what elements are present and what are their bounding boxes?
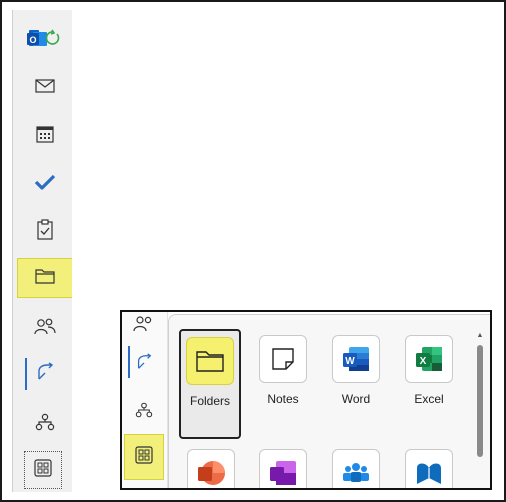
grid-icon (34, 458, 52, 482)
sidebar-item-folders[interactable] (17, 258, 72, 298)
app-tile-viva[interactable] (397, 449, 461, 488)
svg-text:X: X (420, 356, 427, 367)
panel-rail (122, 312, 168, 488)
clipboard-check-icon (36, 218, 54, 246)
sidebar-item-more-apps[interactable] (23, 450, 63, 490)
app-tile-word[interactable]: W Word (324, 335, 388, 406)
arrow-icon (135, 352, 153, 376)
panel-more-apps-item[interactable] (124, 434, 164, 480)
apps-flyout: Folders Notes W Word X Excel ▲ (120, 310, 492, 490)
folder-icon (35, 268, 55, 289)
left-navigation-rail: O (12, 10, 72, 492)
word-icon: W (332, 335, 380, 383)
arrow-icon (35, 361, 55, 387)
svg-text:O: O (29, 35, 36, 45)
sidebar-item-people[interactable] (17, 308, 72, 348)
powerpoint-icon (187, 449, 235, 488)
note-icon (259, 335, 307, 383)
viva-icon (405, 449, 453, 488)
org-chart-icon (135, 402, 153, 423)
app-label-folders: Folders (189, 394, 230, 408)
sidebar-item-viva[interactable] (17, 354, 72, 394)
onenote-icon (259, 449, 307, 488)
people-icon (133, 315, 155, 337)
app-label-excel: Excel (414, 392, 444, 406)
app-tile-excel[interactable]: X Excel (397, 335, 461, 406)
outlook-app-icon[interactable]: O (15, 20, 71, 60)
svg-text:W: W (345, 356, 355, 367)
org-chart-icon (35, 413, 55, 436)
people-group-icon (332, 449, 380, 488)
scroll-up-arrow-icon[interactable]: ▲ (476, 331, 484, 339)
panel-people-item[interactable] (124, 312, 164, 346)
sidebar-item-tasks[interactable] (17, 212, 72, 252)
apps-grid: Folders Notes W Word X Excel ▲ (168, 314, 490, 488)
checkmark-icon (34, 173, 56, 196)
scroll-thumb[interactable] (477, 345, 483, 457)
app-label-notes: Notes (267, 392, 299, 406)
sidebar-item-org-explorer[interactable] (17, 404, 72, 444)
app-tile-powerpoint[interactable] (179, 449, 243, 488)
sidebar-item-calendar[interactable] (17, 116, 72, 156)
calendar-icon (35, 124, 55, 149)
app-tile-folders[interactable]: Folders (179, 329, 241, 439)
people-icon (34, 317, 56, 340)
sidebar-item-mail[interactable] (17, 68, 72, 108)
app-tile-teams[interactable] (324, 449, 388, 488)
app-label-word: Word (341, 392, 371, 406)
mail-icon (35, 78, 55, 99)
folder-icon (186, 337, 234, 385)
apps-scrollbar[interactable]: ▲ (476, 331, 484, 483)
sidebar-item-to-do[interactable] (17, 164, 72, 204)
excel-icon: X (405, 335, 453, 383)
panel-org-item[interactable] (124, 392, 164, 432)
app-tile-notes[interactable]: Notes (251, 335, 315, 406)
panel-viva-item[interactable] (124, 344, 164, 384)
app-tile-onenote[interactable] (251, 449, 315, 488)
grid-icon (135, 445, 153, 469)
